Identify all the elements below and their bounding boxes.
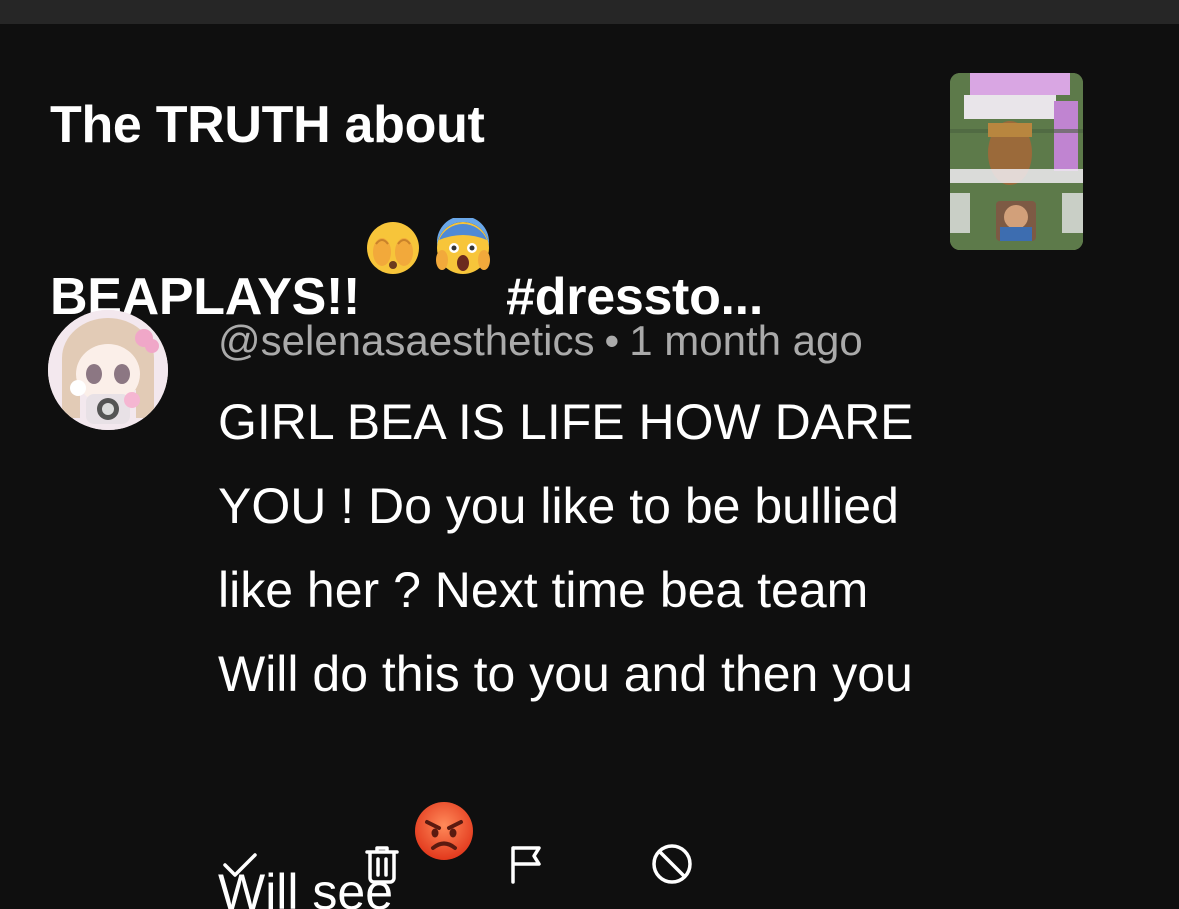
meta-separator: • bbox=[604, 317, 620, 364]
delete-button[interactable] bbox=[358, 840, 406, 888]
report-button[interactable] bbox=[504, 840, 552, 888]
comment-meta: @selenasaesthetics • 1 month ago bbox=[218, 316, 863, 366]
flag-icon bbox=[511, 846, 541, 884]
angry-face-emoji-icon bbox=[413, 716, 475, 860]
trash-icon bbox=[365, 846, 399, 884]
hand-over-face-emoji-icon bbox=[364, 156, 422, 274]
comment-body: GIRL BEA IS LIFE HOW DARE YOU ! Do you l… bbox=[218, 394, 914, 909]
approve-button[interactable] bbox=[217, 840, 265, 888]
video-thumbnail[interactable] bbox=[950, 73, 1083, 250]
video-title[interactable]: The TRUTH about BEAPLAYS!! #dressto... bbox=[50, 94, 910, 328]
comment-time[interactable]: 1 month ago bbox=[629, 317, 863, 364]
avatar[interactable] bbox=[48, 310, 168, 430]
comment-text: GIRL BEA IS LIFE HOW DARE YOU ! Do you l… bbox=[218, 380, 1118, 909]
block-icon bbox=[652, 844, 692, 884]
checkmark-icon bbox=[223, 853, 257, 877]
screaming-face-emoji-icon bbox=[434, 156, 492, 274]
top-strip bbox=[0, 0, 1179, 24]
comment-author[interactable]: @selenasaesthetics bbox=[218, 317, 595, 364]
block-button[interactable] bbox=[648, 840, 696, 888]
